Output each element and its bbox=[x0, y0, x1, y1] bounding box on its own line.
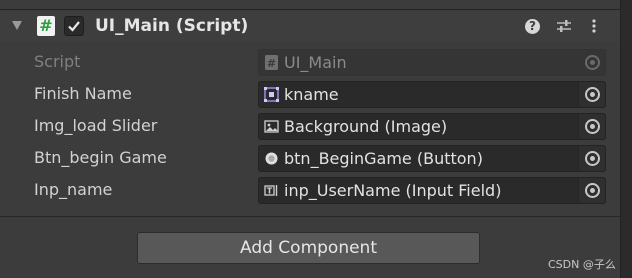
scrollbar[interactable] bbox=[620, 0, 632, 278]
component-title: UI_Main (Script) bbox=[95, 16, 249, 36]
field-row-inp-name: Inp_name T inp_UserName (Input Field) bbox=[0, 174, 620, 206]
field-value: btn_BeginGame (Button) bbox=[284, 149, 483, 168]
inp-name-field[interactable]: T inp_UserName (Input Field) bbox=[258, 177, 606, 204]
presets-icon[interactable] bbox=[556, 18, 572, 34]
foldout-arrow-icon[interactable] bbox=[12, 21, 22, 30]
script-icon: # bbox=[37, 16, 55, 36]
enabled-checkbox[interactable] bbox=[64, 16, 84, 36]
field-label: Script bbox=[34, 52, 81, 71]
context-menu-icon[interactable] bbox=[586, 18, 602, 34]
add-component-button[interactable]: Add Component bbox=[137, 232, 480, 264]
object-picker-button[interactable] bbox=[578, 146, 605, 171]
button-icon bbox=[265, 152, 278, 165]
img-load-slider-field[interactable]: Background (Image) bbox=[258, 113, 606, 140]
object-picker-button[interactable] bbox=[578, 82, 605, 107]
field-value: kname bbox=[284, 85, 339, 104]
checkmark-icon bbox=[68, 21, 80, 32]
field-value: Background (Image) bbox=[284, 117, 448, 136]
previous-component-edge bbox=[0, 0, 620, 10]
field-row-script: Script # UI_Main bbox=[0, 46, 620, 78]
object-picker-button[interactable] bbox=[578, 114, 605, 139]
script-field: # UI_Main bbox=[258, 49, 606, 76]
field-row-btn-begin-game: Btn_begin Game btn_BeginGame (Button) bbox=[0, 142, 620, 174]
object-picker-button bbox=[579, 50, 605, 75]
object-picker-button[interactable] bbox=[578, 178, 605, 203]
field-label: Img_load Slider bbox=[34, 116, 158, 135]
script-file-icon: # bbox=[265, 55, 278, 70]
svg-text:#: # bbox=[267, 57, 276, 70]
field-row-finish-name: Finish Name kname bbox=[0, 78, 620, 110]
image-icon bbox=[264, 120, 279, 133]
watermark: CSDN @子么 bbox=[548, 258, 616, 271]
help-icon[interactable]: ? bbox=[525, 19, 540, 34]
finish-name-field[interactable]: kname bbox=[258, 81, 606, 108]
btn-begin-game-field[interactable]: btn_BeginGame (Button) bbox=[258, 145, 606, 172]
field-label: Finish Name bbox=[34, 84, 132, 103]
svg-text:T: T bbox=[267, 187, 273, 196]
divider bbox=[0, 216, 620, 217]
field-row-img-load-slider: Img_load Slider Background (Image) bbox=[0, 110, 620, 142]
field-value: UI_Main bbox=[284, 53, 347, 72]
field-label: Inp_name bbox=[34, 180, 113, 199]
field-label: Btn_begin Game bbox=[34, 148, 167, 167]
field-value: inp_UserName (Input Field) bbox=[284, 181, 502, 200]
component-header[interactable]: # UI_Main (Script) ? bbox=[0, 10, 620, 42]
inspector-panel: # UI_Main (Script) ? Script # UI_Main Fi… bbox=[0, 0, 620, 278]
gameobject-icon bbox=[264, 87, 279, 102]
input-field-icon: T bbox=[264, 185, 278, 196]
